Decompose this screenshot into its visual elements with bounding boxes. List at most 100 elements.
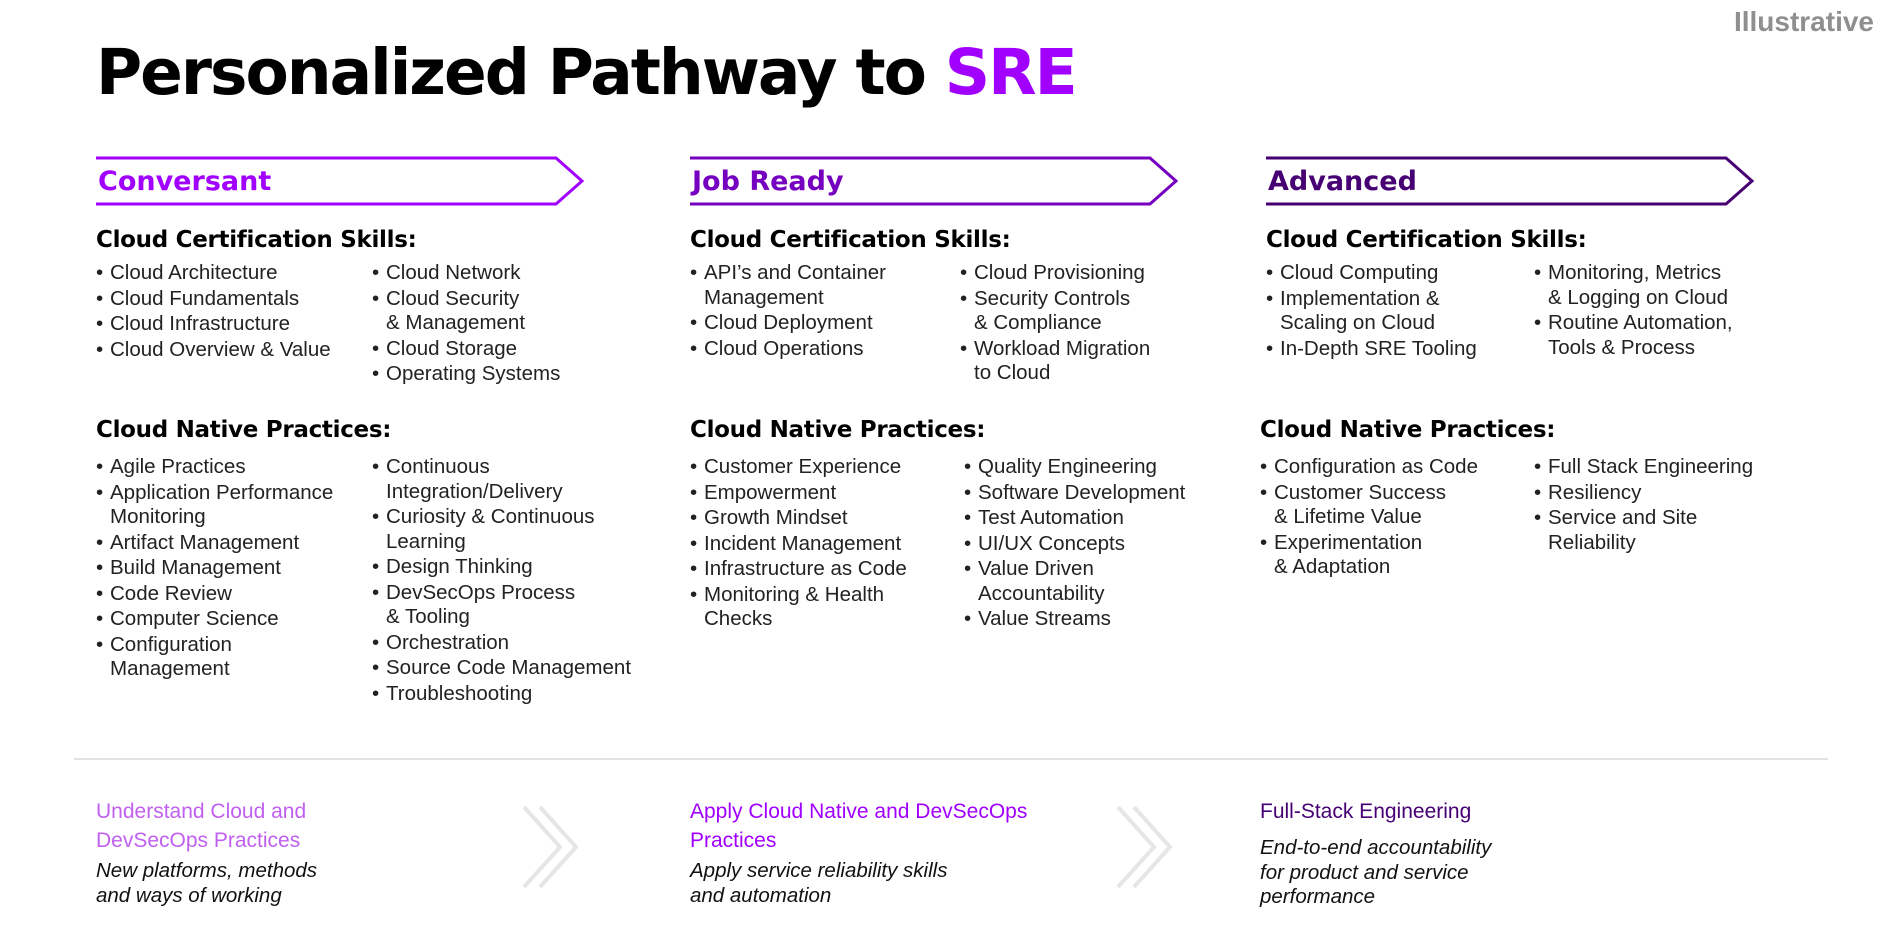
cert-skills-list-right: Monitoring, Metrics& Logging on CloudRou… [1534,261,1733,362]
list-item: Application PerformanceMonitoring [96,481,372,530]
list-item: Service and SiteReliability [1534,506,1753,555]
cert-skills-list-left: API’s and ContainerManagementCloud Deplo… [690,261,960,387]
stage-column-conversant: Conversant Cloud Certification Skills: C… [96,155,686,706]
list-item: Cloud Operations [690,337,960,362]
list-item: DevSecOps Process& Tooling [372,581,631,630]
list-item: Full Stack Engineering [1534,455,1753,480]
cert-skills-lists: Cloud ComputingImplementation &Scaling o… [1266,261,1856,362]
list-item: Workload Migrationto Cloud [960,337,1150,386]
double-chevron-right-icon [1116,805,1173,889]
list-item: Curiosity & ContinuousLearning [372,505,631,554]
cert-skills-heading: Cloud Certification Skills: [690,227,1011,253]
stage-column-job-ready: Job Ready Cloud Certification Skills: AP… [690,155,1280,631]
native-practices-list-right: Quality EngineeringSoftware DevelopmentT… [964,455,1185,633]
list-item: Computer Science [96,607,372,632]
native-practices-heading: Cloud Native Practices: [96,417,392,443]
list-item: Configuration as Code [1260,455,1534,480]
stage-name: Job Ready [692,166,844,197]
list-item: Cloud Deployment [690,311,960,336]
title-main: Personalized Pathway to [96,36,945,109]
list-item: Cloud Network [372,261,560,286]
list-item: Cloud Architecture [96,261,372,286]
native-practices-heading: Cloud Native Practices: [1260,417,1556,443]
list-item: Build Management [96,556,372,581]
list-item: Customer Experience [690,455,964,480]
divider-line [74,758,1828,760]
list-item: Empowerment [690,481,964,506]
list-item: Infrastructure as Code [690,557,964,582]
list-item: API’s and ContainerManagement [690,261,960,310]
native-practices-list-left: Customer ExperienceEmpowermentGrowth Min… [690,455,964,633]
stage-column-advanced: Advanced Cloud Certification Skills: Clo… [1260,155,1856,578]
outcome-title: Full-Stack Engineering [1260,800,1472,823]
outcome-advanced: Full-Stack Engineering End-to-end accoun… [1260,797,1660,910]
native-practices-heading: Cloud Native Practices: [690,417,986,443]
native-practices-lists: Agile PracticesApplication PerformanceMo… [96,455,631,707]
cert-skills-lists: API’s and ContainerManagementCloud Deplo… [690,261,1280,387]
list-item: Code Review [96,582,372,607]
list-item: Cloud Overview & Value [96,338,372,363]
list-item: Cloud Infrastructure [96,312,372,337]
list-item: Growth Mindset [690,506,964,531]
list-item: Experimentation& Adaptation [1260,531,1534,580]
list-item: Design Thinking [372,555,631,580]
list-item: Cloud Computing [1266,261,1534,286]
list-item: Operating Systems [372,362,560,387]
native-practices-list-right: ContinuousIntegration/DeliveryCuriosity … [372,455,631,707]
list-item: Software Development [964,481,1185,506]
native-practices-list-left: Configuration as CodeCustomer Success& L… [1260,455,1534,581]
double-chevron-right-icon [522,805,579,889]
outcome-job-ready: Apply Cloud Native and DevSecOps Practice… [690,797,1110,908]
list-item: Security Controls& Compliance [960,287,1150,336]
list-item: In-Depth SRE Tooling [1266,337,1534,362]
list-item: Routine Automation,Tools & Process [1534,311,1733,360]
cert-skills-list-left: Cloud ArchitectureCloud FundamentalsClou… [96,261,372,388]
list-item: Test Automation [964,506,1185,531]
cert-skills-list-right: Cloud ProvisioningSecurity Controls& Com… [960,261,1150,387]
list-item: Orchestration [372,631,631,656]
stage-name: Conversant [98,166,272,197]
outcome-subtitle: Apply service reliability skills and auto… [690,859,948,907]
list-item: Monitoring & HealthChecks [690,583,964,632]
list-item: Quality Engineering [964,455,1185,480]
list-item: ContinuousIntegration/Delivery [372,455,631,504]
list-item: ConfigurationManagement [96,633,372,682]
native-practices-list-left: Agile PracticesApplication PerformanceMo… [96,455,372,707]
native-practices-list-right: Full Stack EngineeringResiliencyService … [1534,455,1753,581]
list-item: UI/UX Concepts [964,532,1185,557]
cert-skills-list-left: Cloud ComputingImplementation &Scaling o… [1266,261,1534,362]
outcome-subtitle: End-to-end accountability for product and… [1260,836,1492,908]
stage-arrow-banner: Conversant [96,155,586,207]
cert-skills-heading: Cloud Certification Skills: [1266,227,1587,253]
list-item: Value Streams [964,607,1185,632]
page-title: Personalized Pathway to SRE [96,36,1078,109]
list-item: Cloud Security& Management [372,287,560,336]
list-item: Value DrivenAccountability [964,557,1185,606]
list-item: Cloud Storage [372,337,560,362]
list-item: Agile Practices [96,455,372,480]
outcome-title: Apply Cloud Native and DevSecOps Practice… [690,800,1028,852]
stage-arrow-banner: Job Ready [690,155,1180,207]
list-item: Customer Success& Lifetime Value [1260,481,1534,530]
list-item: Cloud Provisioning [960,261,1150,286]
stage-name: Advanced [1268,166,1417,197]
list-item: Artifact Management [96,531,372,556]
outcome-subtitle: New platforms, methods and ways of workin… [96,859,318,907]
list-item: Troubleshooting [372,682,631,707]
cert-skills-heading: Cloud Certification Skills: [96,227,417,253]
outcome-conversant: Understand Cloud and DevSecOps Practices … [96,797,476,908]
native-practices-lists: Configuration as CodeCustomer Success& L… [1260,455,1753,581]
outcome-title: Understand Cloud and DevSecOps Practices [96,800,307,852]
illustrative-tag: Illustrative [1733,6,1874,37]
title-accent: SRE [944,36,1078,109]
list-item: Monitoring, Metrics& Logging on Cloud [1534,261,1733,310]
list-item: Cloud Fundamentals [96,287,372,312]
list-item: Resiliency [1534,481,1753,506]
stage-arrow-banner: Advanced [1266,155,1756,207]
cert-skills-lists: Cloud ArchitectureCloud FundamentalsClou… [96,261,686,388]
native-practices-lists: Customer ExperienceEmpowermentGrowth Min… [690,455,1185,633]
cert-skills-list-right: Cloud NetworkCloud Security& ManagementC… [372,261,560,388]
list-item: Incident Management [690,532,964,557]
list-item: Implementation &Scaling on Cloud [1266,287,1534,336]
list-item: Source Code Management [372,656,631,681]
